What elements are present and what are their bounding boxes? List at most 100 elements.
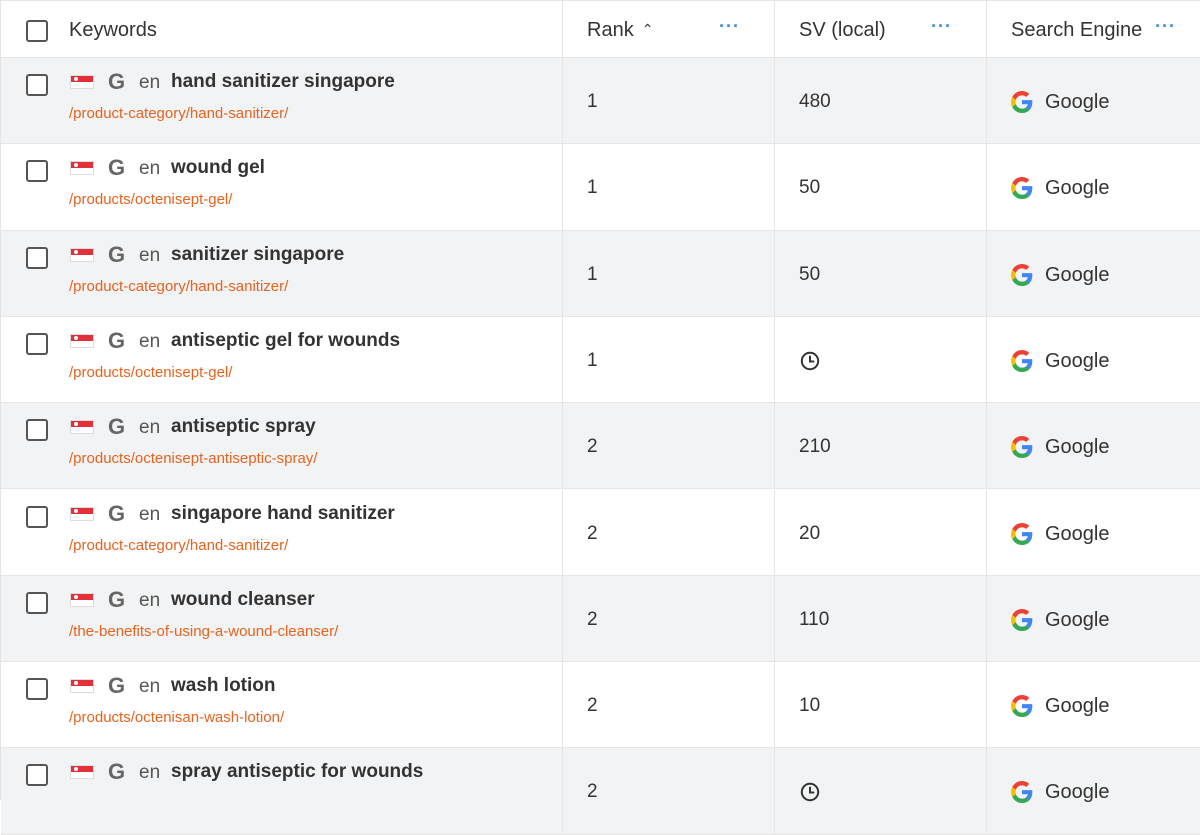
chevron-up-icon[interactable]: ⌃ — [642, 21, 654, 38]
header-search-engine-label: Search Engine — [1011, 19, 1143, 41]
table-row[interactable]: G en sanitizer singapore /product-catego… — [1, 230, 1200, 317]
search-engine-cell: Google — [987, 662, 1200, 747]
google-logo-icon — [1011, 436, 1033, 463]
rank-value: 1 — [587, 263, 598, 285]
sv-value: 110 — [799, 608, 830, 630]
rank-value: 1 — [587, 177, 598, 199]
table-row[interactable]: G en singapore hand sanitizer /product-c… — [1, 489, 1200, 576]
search-engine-name: Google — [1045, 522, 1110, 545]
row-checkbox[interactable] — [26, 160, 48, 183]
keyword-text[interactable]: antiseptic gel for wounds — [171, 330, 400, 352]
keyword-url-link[interactable]: /the-benefits-of-using-a-wound-cleanser/ — [69, 623, 338, 640]
rank-cell: 2 — [563, 575, 775, 662]
sv-cell: 50 — [775, 144, 987, 230]
singapore-flag-icon — [70, 679, 94, 694]
keyword-url-link[interactable]: /product-category/hand-sanitizer/ — [69, 105, 288, 122]
header-sv[interactable]: SV (local) ··· — [775, 1, 987, 57]
keyword-cell: G en antiseptic gel for wounds /products… — [1, 316, 563, 403]
keyword-cell: G en wound cleanser /the-benefits-of-usi… — [1, 575, 563, 662]
language-code: en — [139, 676, 161, 698]
clock-icon — [800, 782, 820, 807]
row-checkbox[interactable] — [26, 764, 48, 787]
keyword-url-link[interactable]: /products/octenisept-gel/ — [69, 191, 232, 208]
rank-value: 1 — [587, 349, 598, 371]
row-checkbox[interactable] — [26, 332, 48, 355]
language-code: en — [139, 72, 161, 93]
rank-value: 2 — [587, 781, 598, 803]
table-row[interactable]: G en antiseptic gel for wounds /products… — [1, 316, 1200, 404]
keyword-url-link[interactable]: /product-category/hand-sanitizer/ — [69, 537, 288, 554]
keyword-text[interactable]: hand sanitizer singapore — [171, 71, 395, 93]
keyword-text[interactable]: wound cleanser — [171, 589, 315, 611]
row-checkbox[interactable] — [26, 678, 48, 701]
row-checkbox[interactable] — [26, 591, 48, 614]
row-checkbox[interactable] — [26, 419, 48, 442]
singapore-flag-icon — [70, 75, 94, 89]
singapore-flag-icon — [70, 592, 94, 607]
keyword-cell: G en spray antiseptic for wounds — [1, 748, 563, 834]
sv-value: 10 — [799, 695, 821, 717]
search-engine-name: Google — [1045, 263, 1110, 286]
search-engine-cell: Google — [987, 403, 1200, 488]
language-code: en — [139, 244, 161, 266]
keyword-url-link[interactable]: /products/octenisept-gel/ — [69, 364, 232, 381]
keyword-url-link[interactable]: /product-category/hand-sanitizer/ — [69, 278, 288, 295]
google-g-icon: G — [108, 759, 126, 785]
rank-cell: 1 — [563, 230, 775, 316]
singapore-flag-icon — [70, 161, 94, 176]
rank-cell: 1 — [563, 58, 775, 144]
table-row[interactable]: G en spray antiseptic for wounds 2 Googl… — [1, 748, 1200, 835]
sv-column-menu-icon[interactable]: ··· — [931, 16, 952, 37]
sv-cell: 480 — [775, 58, 987, 144]
google-g-icon: G — [108, 414, 126, 440]
keyword-text[interactable]: spray antiseptic for wounds — [171, 761, 423, 783]
row-checkbox[interactable] — [26, 505, 48, 528]
header-rank-label[interactable]: Rank ⌃ — [587, 19, 653, 42]
search-engine-name: Google — [1045, 91, 1110, 113]
keyword-url-link[interactable]: /products/octenisan-wash-lotion/ — [69, 709, 284, 726]
header-search-engine[interactable]: Search Engine ··· — [987, 1, 1200, 57]
row-checkbox[interactable] — [26, 246, 48, 269]
sv-value: 50 — [799, 263, 821, 285]
keyword-text[interactable]: singapore hand sanitizer — [171, 503, 395, 525]
keyword-text[interactable]: wash lotion — [171, 675, 276, 697]
keyword-text[interactable]: antiseptic spray — [171, 416, 316, 438]
header-keywords[interactable]: Keywords — [1, 1, 563, 57]
sv-value: 210 — [799, 436, 831, 458]
search-engine-cell: Google — [987, 144, 1200, 229]
keyword-text[interactable]: wound gel — [171, 157, 265, 179]
language-code: en — [139, 503, 161, 525]
google-g-icon: G — [108, 69, 126, 94]
google-logo-icon — [1011, 695, 1033, 722]
table-row[interactable]: G en wound cleanser /the-benefits-of-usi… — [1, 575, 1200, 663]
sv-cell: 20 — [775, 489, 987, 575]
search-engine-cell: Google — [987, 231, 1200, 316]
keyword-cell: G en wound gel /products/octenisept-gel/ — [1, 144, 563, 230]
keyword-cell: G en wash lotion /products/octenisan-was… — [1, 662, 563, 748]
language-code: en — [139, 158, 161, 180]
search-engine-cell: Google — [987, 58, 1200, 143]
keywords-table: Keywords Rank ⌃ ··· SV (local) ··· Search… — [0, 0, 1200, 835]
table-row[interactable]: G en wound gel /products/octenisept-gel/… — [1, 144, 1200, 231]
keyword-url-link[interactable]: /products/octenisept-antiseptic-spray/ — [69, 450, 317, 467]
rank-cell: 1 — [563, 144, 775, 230]
select-all-checkbox[interactable] — [26, 20, 48, 42]
google-logo-icon — [1011, 608, 1033, 636]
rank-value: 1 — [587, 91, 598, 112]
keyword-cell: G en hand sanitizer singapore /product-c… — [1, 58, 563, 144]
search-engine-name: Google — [1045, 349, 1110, 372]
rank-value: 2 — [587, 695, 598, 717]
search-engine-column-menu-icon[interactable]: ··· — [1155, 16, 1176, 37]
table-row[interactable]: G en antiseptic spray /products/octenise… — [1, 403, 1200, 490]
keyword-text[interactable]: sanitizer singapore — [171, 244, 344, 266]
singapore-flag-icon — [70, 420, 94, 435]
google-g-icon: G — [108, 155, 126, 181]
rank-cell: 2 — [563, 489, 775, 575]
table-row[interactable]: G en wash lotion /products/octenisan-was… — [1, 662, 1200, 749]
header-rank[interactable]: Rank ⌃ ··· — [563, 1, 775, 57]
table-row[interactable]: G en hand sanitizer singapore /product-c… — [1, 58, 1200, 145]
row-checkbox[interactable] — [26, 74, 48, 96]
sv-cell: 10 — [775, 662, 987, 748]
keyword-cell: G en sanitizer singapore /product-catego… — [1, 230, 563, 316]
rank-column-menu-icon[interactable]: ··· — [719, 16, 740, 37]
